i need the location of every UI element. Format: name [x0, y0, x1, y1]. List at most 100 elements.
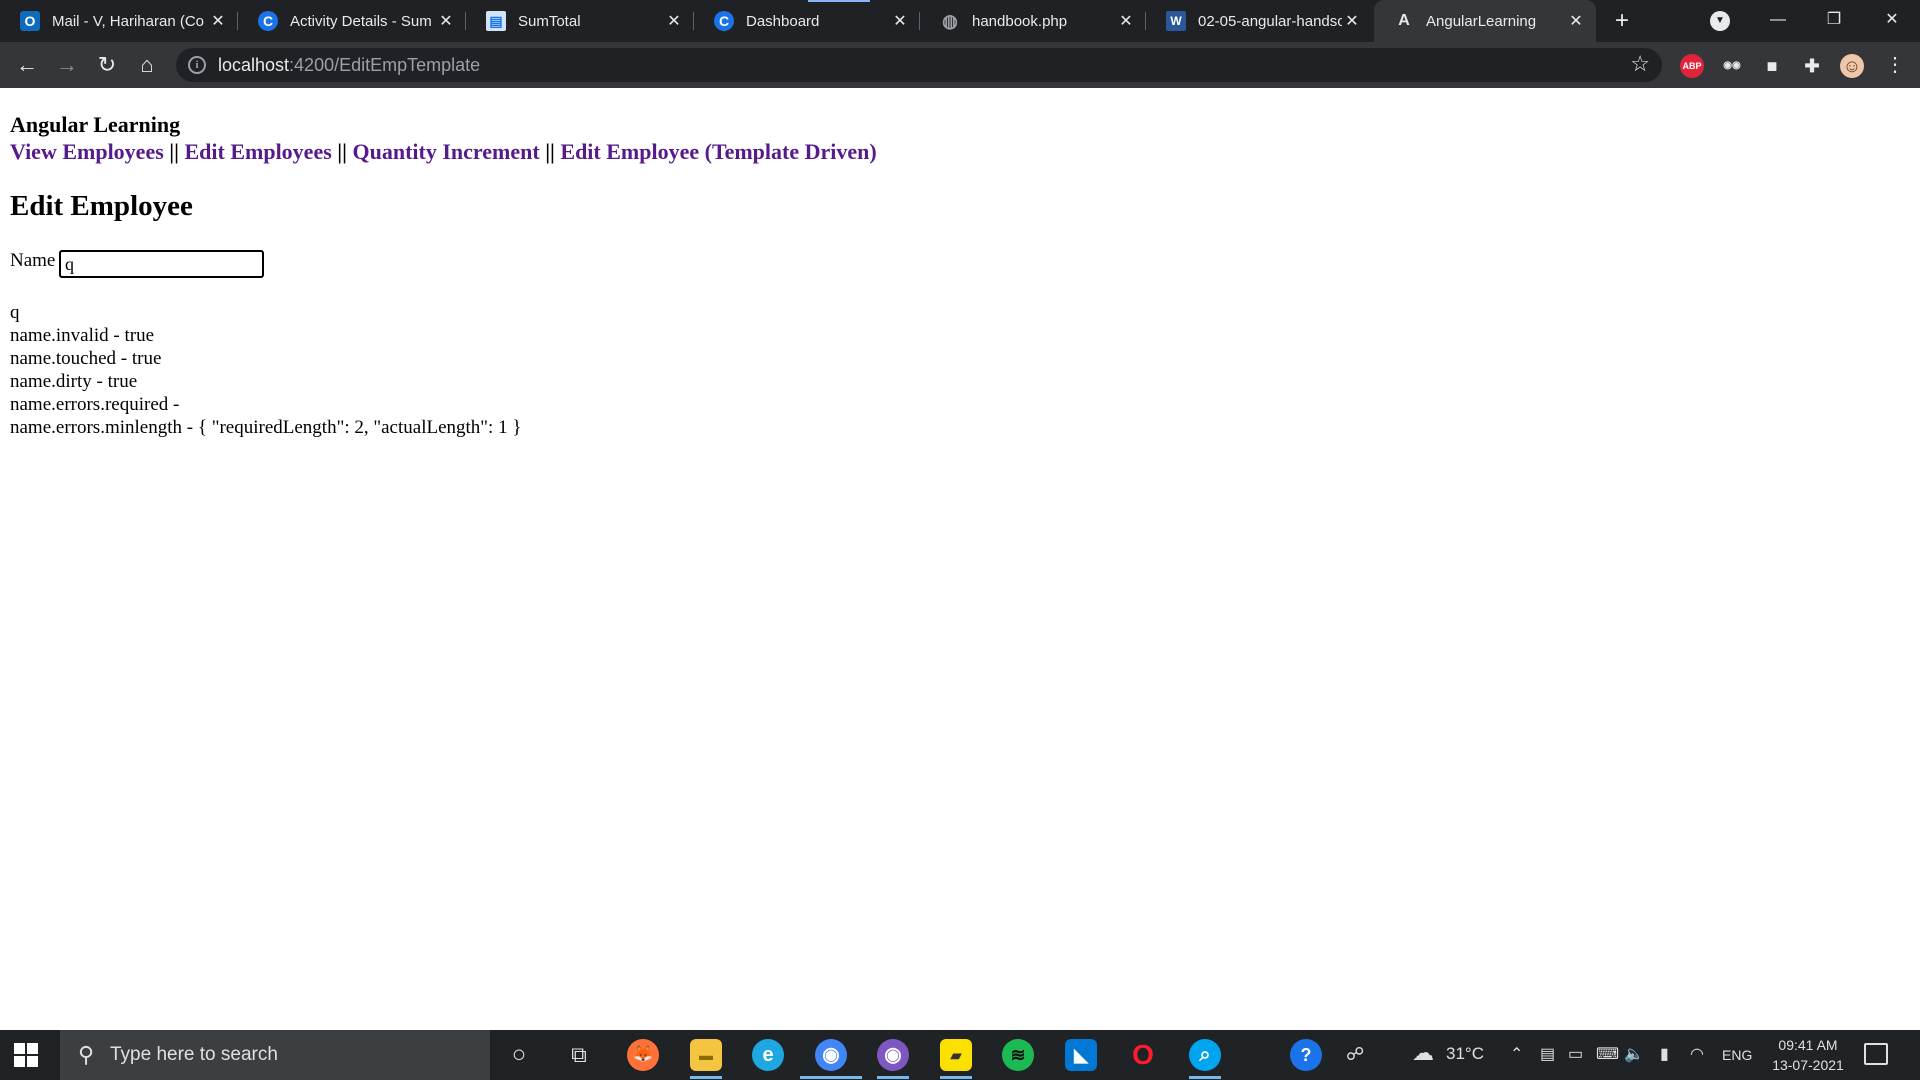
reload-icon[interactable]: ↻	[92, 50, 122, 80]
volume-icon[interactable]: 🔈	[1624, 1044, 1644, 1064]
spy-glasses-icon[interactable]: ◉◉	[1720, 54, 1744, 78]
nav-link-quantity-increment[interactable]: Quantity Increment	[352, 139, 539, 164]
address-url[interactable]: localhost:4200/EditEmpTemplate	[218, 55, 480, 76]
clock-date: 13-07-2021	[1772, 1057, 1844, 1073]
debug-invalid: name.invalid - true	[10, 325, 155, 346]
chrome-icon[interactable]: ◉	[815, 1039, 847, 1071]
tab-title: AngularLearning	[1426, 12, 1537, 30]
weather-temperature[interactable]: 31°C	[1446, 1044, 1484, 1064]
address-bar[interactable]: i localhost:4200/EditEmpTemplate ☆	[176, 48, 1662, 82]
forward-arrow-icon[interactable]: →	[52, 50, 82, 80]
vscode-icon[interactable]: ◣	[1065, 1039, 1097, 1071]
close-icon[interactable]: ✕	[890, 11, 910, 31]
microphone-icon[interactable]: ▮	[1660, 1044, 1669, 1064]
sticky-notes-icon[interactable]: ▰	[940, 1039, 972, 1071]
tab-title: Dashboard	[746, 12, 820, 30]
minimize-icon[interactable]: —	[1758, 6, 1798, 34]
active-app-indicator	[877, 1076, 909, 1079]
globe-icon: ◍	[942, 10, 958, 31]
firefox-icon[interactable]: 🦊	[627, 1039, 659, 1071]
adblock-plus-icon[interactable]: ABP	[1680, 54, 1704, 78]
nav-separator: ||	[169, 139, 179, 164]
profile-avatar-icon[interactable]: ☺	[1840, 54, 1864, 78]
close-icon[interactable]: ✕	[1116, 11, 1136, 31]
name-input[interactable]	[59, 250, 264, 278]
restore-icon[interactable]: ❐	[1814, 6, 1854, 34]
cortana-icon[interactable]: ○	[503, 1039, 535, 1071]
nav-link-view-employees[interactable]: View Employees	[10, 139, 164, 164]
notification-center-icon[interactable]	[1864, 1043, 1888, 1065]
angular-icon: A	[1398, 12, 1410, 29]
new-tab-button[interactable]: +	[1608, 8, 1636, 36]
language-indicator[interactable]: ENG	[1722, 1047, 1752, 1063]
browser-toolbar: ← → ↻ ⌂ i localhost:4200/EditEmpTemplate…	[0, 42, 1920, 88]
app-title: Angular Learning	[10, 112, 181, 137]
close-icon[interactable]: ✕	[436, 11, 456, 31]
tab-search-icon[interactable]: ▼	[1710, 11, 1730, 31]
word-icon: W	[1166, 11, 1186, 31]
tab-title: 02-05-angular-handso	[1198, 12, 1342, 30]
url-path: :4200/EditEmpTemplate	[289, 55, 481, 75]
windows-start-icon[interactable]	[14, 1043, 38, 1067]
tab-title: handbook.php	[972, 12, 1068, 30]
browser-menu-icon[interactable]: ⋮	[1880, 50, 1910, 80]
tab-mail[interactable]: O Mail - V, Hariharan (Co ✕	[0, 0, 238, 42]
active-app-indicator	[1189, 1076, 1221, 1079]
battery-icon[interactable]: ▭	[1568, 1044, 1583, 1064]
nav-separator: ||	[545, 139, 555, 164]
home-icon[interactable]: ⌂	[132, 50, 162, 80]
tab-sumtotal[interactable]: ▤ SumTotal ✕	[466, 0, 694, 42]
page-heading: Edit Employee	[10, 190, 193, 222]
url-host: localhost	[218, 55, 290, 75]
sumtotal-c-icon: C	[258, 11, 278, 31]
close-icon[interactable]: ✕	[1566, 11, 1586, 31]
name-label: Name	[10, 250, 56, 271]
weather-cloud-icon[interactable]: ☁	[1412, 1040, 1434, 1066]
edge-icon[interactable]: e	[752, 1039, 784, 1071]
tab-dashboard[interactable]: C Dashboard ✕	[694, 0, 920, 42]
people-icon[interactable]: ☍	[1346, 1044, 1364, 1065]
back-arrow-icon[interactable]: ←	[12, 50, 42, 80]
active-app-indicator	[940, 1076, 972, 1079]
chevron-up-icon[interactable]: ⌃	[1510, 1044, 1523, 1064]
site-info-icon[interactable]: i	[188, 56, 206, 74]
search-app-icon[interactable]: ⌕	[1189, 1039, 1221, 1071]
spotify-icon[interactable]: ≋	[1002, 1039, 1034, 1071]
tab-angular-handson-doc[interactable]: W 02-05-angular-handso ✕	[1146, 0, 1372, 42]
help-icon[interactable]: ?	[1290, 1039, 1322, 1071]
tab-title: SumTotal	[518, 12, 581, 30]
document-icon: ▤	[486, 11, 506, 31]
windows-taskbar: ⚲ Type here to search ○ ⧉ 🦊 ▬ e ◉ ◉ ▰ ≋ …	[0, 1030, 1920, 1080]
web-page-content: Angular Learning View Employees || Edit …	[0, 88, 1920, 1030]
tab-title: Mail - V, Hariharan (Co	[52, 12, 204, 30]
nav-link-edit-employees[interactable]: Edit Employees	[184, 139, 331, 164]
window-close-icon[interactable]: ✕	[1872, 6, 1912, 34]
puzzle-extensions-icon[interactable]: ✚	[1800, 54, 1824, 78]
tab-title: Activity Details - Sum	[290, 12, 432, 30]
bookmark-star-icon[interactable]: ☆	[1630, 51, 1650, 77]
taskbar-clock[interactable]: 09:41 AM 13-07-2021	[1766, 1035, 1850, 1075]
square-extension-icon[interactable]: ■	[1760, 54, 1784, 78]
taskbar-search-box[interactable]: ⚲ Type here to search	[60, 1030, 490, 1080]
debug-name-value: q	[10, 302, 20, 323]
task-view-icon[interactable]: ⧉	[563, 1039, 595, 1071]
tab-angular-learning[interactable]: A AngularLearning ✕	[1374, 0, 1596, 42]
keyboard-icon[interactable]: ⌨	[1596, 1044, 1619, 1064]
browser-tab-strip: O Mail - V, Hariharan (Co ✕ C Activity D…	[0, 0, 1920, 42]
debug-dirty: name.dirty - true	[10, 371, 138, 392]
outlook-icon: O	[20, 11, 40, 31]
chrome-canary-icon[interactable]: ◉	[877, 1039, 909, 1071]
debug-errors-required: name.errors.required -	[10, 394, 180, 415]
nav-link-edit-employee-template[interactable]: Edit Employee (Template Driven)	[560, 139, 876, 164]
wifi-icon[interactable]: ◠	[1690, 1044, 1704, 1064]
close-icon[interactable]: ✕	[664, 11, 684, 31]
tray-app-icon[interactable]: ▤	[1540, 1044, 1555, 1064]
file-explorer-icon[interactable]: ▬	[690, 1039, 722, 1071]
nav-separator: ||	[337, 139, 347, 164]
opera-icon[interactable]: O	[1127, 1039, 1159, 1071]
tab-activity-details[interactable]: C Activity Details - Sum ✕	[238, 0, 466, 42]
search-icon: ⚲	[78, 1042, 95, 1067]
close-icon[interactable]: ✕	[208, 11, 228, 31]
close-icon[interactable]: ✕	[1342, 11, 1362, 31]
tab-handbook[interactable]: ◍ handbook.php ✕	[920, 0, 1146, 42]
